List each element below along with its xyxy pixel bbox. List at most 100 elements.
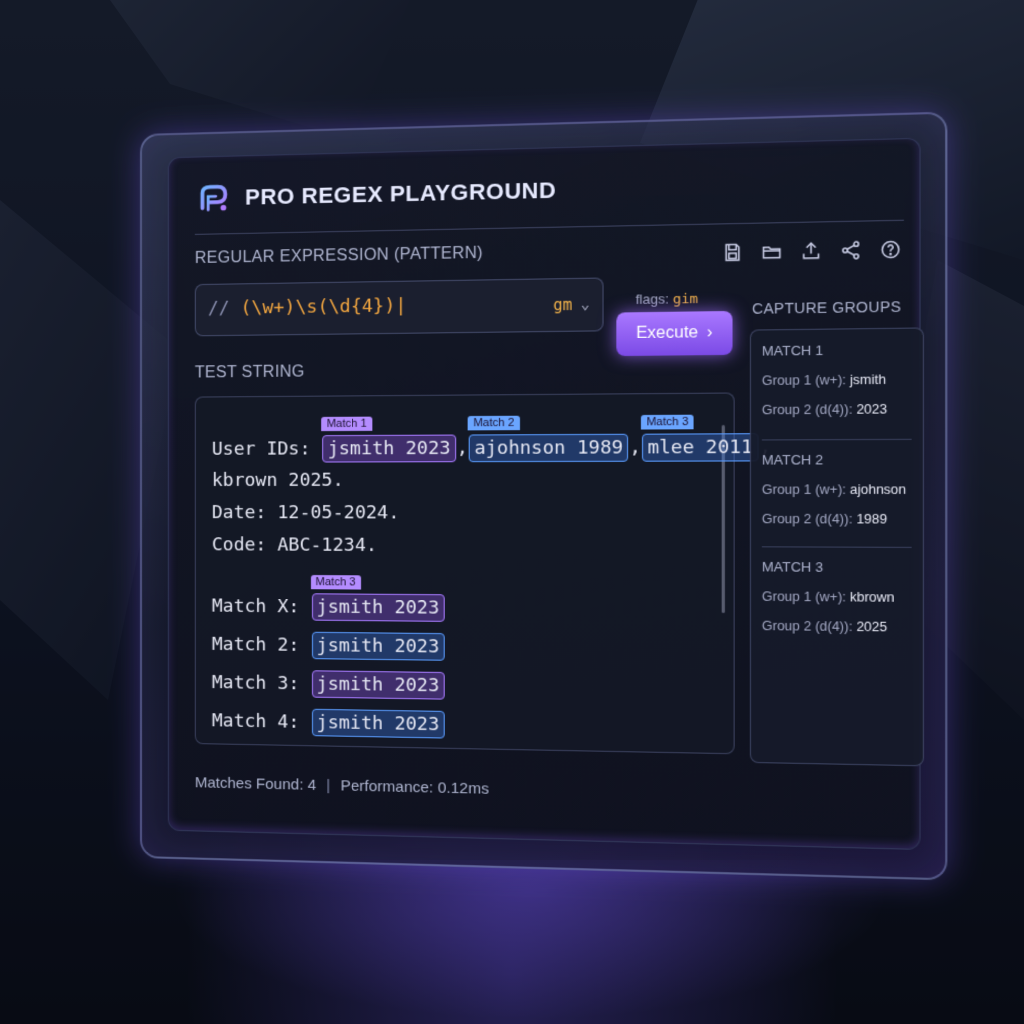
capture-divider <box>761 546 912 548</box>
capture-groups-label: CAPTURE GROUPS <box>752 298 902 317</box>
text-cursor: | <box>395 294 407 317</box>
save-button[interactable] <box>720 240 746 266</box>
test-line: Match 3: jsmith 2023 <box>212 669 446 700</box>
app-content: PRO REGEX PLAYGROUND REGULAR EXPRESSION … <box>167 137 924 851</box>
floor-reflection <box>170 860 890 1020</box>
regex-delimiters: // <box>207 297 230 320</box>
match-tag: Match 2 <box>468 415 520 431</box>
test-string-input[interactable]: User IDs: Match 1 jsmith 2023, Match 2 ajoh… <box>194 392 771 755</box>
help-icon <box>879 239 901 261</box>
status-separator: | <box>326 776 331 795</box>
capture-group-row: Group 2 (d(4)): 2023 <box>762 402 912 418</box>
group-label: Group 2 (d(4)): <box>761 511 853 527</box>
match-text: ajohnson 1989 <box>474 436 624 460</box>
export-icon <box>800 240 822 261</box>
flags-hint-label: flags: <box>635 291 669 308</box>
match-highlight[interactable]: jsmith 2023 <box>311 631 445 661</box>
pattern-label: REGULAR EXPRESSION (PATTERN) <box>194 244 483 268</box>
open-folder-icon <box>761 241 783 262</box>
capture-groups-panel: MATCH 1 Group 1 (w+): jsmith Group 2 (d(… <box>749 327 924 767</box>
test-line: Date: 12-05-2024. <box>211 502 400 524</box>
background-scene: PRO REGEX PLAYGROUND REGULAR EXPRESSION … <box>0 0 1024 1024</box>
chevron-down-icon: ⌄ <box>580 296 590 314</box>
test-line: Code: ABC-1234. <box>211 534 378 557</box>
match-highlight[interactable]: Match 3 mlee 2011 <box>641 414 759 462</box>
line-text: Match 2: <box>211 633 311 657</box>
test-line: kbrown 2025. <box>211 469 344 491</box>
match-text: jsmith 2023 <box>316 634 440 658</box>
flags-hint-value: gim <box>672 291 699 308</box>
match-highlight[interactable]: Match 1 jsmith 2023 <box>321 416 456 463</box>
match-text: mlee 2011 <box>647 436 753 459</box>
match-highlight[interactable]: Match 2 ajohnson 1989 <box>468 415 629 463</box>
capture-match-title: MATCH 2 <box>761 451 824 468</box>
line-text: Match X: <box>211 595 311 618</box>
match-text: jsmith 2023 <box>327 437 451 460</box>
header-divider <box>194 219 904 235</box>
group-value: jsmith <box>849 372 887 388</box>
open-button[interactable] <box>759 239 785 265</box>
match-highlight[interactable]: jsmith 2023 <box>311 708 445 739</box>
line-text: Match 4: <box>211 710 311 734</box>
chevron-right-icon: › <box>706 323 713 342</box>
background-shard <box>110 0 410 140</box>
line-text: , <box>629 436 642 459</box>
group-value: kbrown <box>849 589 895 605</box>
match-highlight[interactable]: Match 3 jsmith 2023 <box>310 575 445 622</box>
flags-hint: flags: gim <box>636 291 699 309</box>
match-text: jsmith 2023 <box>316 673 440 697</box>
match-text: jsmith 2023 <box>316 596 440 619</box>
group-value: ajohnson <box>849 482 907 498</box>
match-tag: Match 3 <box>310 575 361 590</box>
match-tag: Match 1 <box>321 416 372 432</box>
capture-group-row: Group 1 (w+): jsmith <box>762 372 912 388</box>
matches-found-text: Matches Found: 4 <box>194 774 317 794</box>
capture-group-row: Group 2 (d(4)): 1989 <box>762 512 912 527</box>
export-button[interactable] <box>798 238 824 264</box>
help-button[interactable] <box>877 237 904 263</box>
save-icon <box>722 242 744 263</box>
flags-dropdown[interactable]: gm ⌄ <box>553 295 590 315</box>
app-title: PRO REGEX PLAYGROUND <box>245 177 557 210</box>
capture-group-row: Group 1 (w+): kbrown <box>762 589 912 605</box>
group-label: Group 1 (w+): <box>761 372 847 389</box>
group-label: Group 1 (w+): <box>761 482 847 498</box>
line-text: Match 3: <box>211 671 311 695</box>
group-label: Group 1 (w+): <box>761 589 847 605</box>
line-text: , <box>456 437 469 460</box>
capture-match-block[interactable]: MATCH 2 Group 1 (w+): ajohnson Group 2 (… <box>762 452 912 527</box>
app-logo-icon <box>195 179 233 218</box>
line-text: User IDs: <box>211 438 322 460</box>
group-label: Group 2 (d(4)): <box>761 618 853 635</box>
status-bar: Matches Found: 4 | Performance: 0.12ms <box>195 774 489 798</box>
capture-match-block[interactable]: MATCH 1 Group 1 (w+): jsmith Group 2 (d(… <box>762 341 912 417</box>
match-text: jsmith 2023 <box>316 711 440 736</box>
test-string-label: TEST STRING <box>194 363 305 382</box>
regex-pattern-text: // (\w+)\s(\d{4})| <box>208 295 407 319</box>
match-highlight[interactable]: jsmith 2023 <box>311 670 445 700</box>
capture-group-row: Group 2 (d(4)): 2025 <box>762 619 912 635</box>
match-tag: Match 3 <box>641 414 694 430</box>
regex-input[interactable]: // (\w+)\s(\d{4})| gm ⌄ <box>194 277 604 337</box>
group-value: 2023 <box>856 401 888 417</box>
toolbar <box>720 237 904 266</box>
share-button[interactable] <box>837 237 863 263</box>
execute-label: Execute <box>636 323 699 343</box>
test-line: Match X: Match 3 jsmith 2023 <box>211 575 446 622</box>
app-window: PRO REGEX PLAYGROUND REGULAR EXPRESSION … <box>140 111 948 881</box>
group-value: 2025 <box>856 619 888 635</box>
capture-divider <box>761 438 912 441</box>
test-line: Match 4: jsmith 2023 <box>211 707 446 739</box>
group-value: 1989 <box>856 511 888 527</box>
capture-match-title: MATCH 1 <box>761 342 824 359</box>
share-icon <box>840 240 862 261</box>
test-line: User IDs: Match 1 jsmith 2023, Match 2 ajoh… <box>211 414 771 463</box>
app-header: PRO REGEX PLAYGROUND <box>195 171 556 218</box>
capture-match-title: MATCH 3 <box>761 558 824 575</box>
execute-button[interactable]: Execute › <box>616 310 733 357</box>
test-line: Match 2: jsmith 2023 <box>212 631 446 661</box>
flags-value: gm <box>553 295 573 315</box>
performance-text: Performance: 0.12ms <box>340 777 489 798</box>
capture-match-block[interactable]: MATCH 3 Group 1 (w+): kbrown Group 2 (d(… <box>762 559 912 635</box>
group-label: Group 2 (d(4)): <box>761 402 853 418</box>
